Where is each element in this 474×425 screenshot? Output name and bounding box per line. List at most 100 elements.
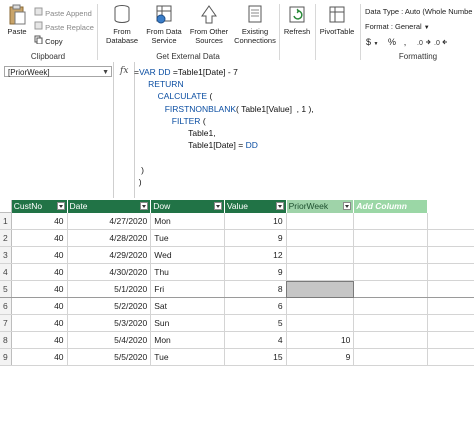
filter-dropdown-icon[interactable] — [275, 202, 284, 210]
cell-dow[interactable]: Sat — [150, 297, 225, 315]
copy-button[interactable]: Copy — [34, 35, 63, 46]
cell-dow[interactable]: Fri — [150, 280, 225, 298]
increase-decimal-button[interactable]: .0 — [417, 37, 431, 49]
cell-custno[interactable]: 40 — [11, 280, 68, 298]
filter-dropdown-icon[interactable] — [343, 202, 352, 210]
cell-value[interactable]: 8 — [224, 280, 287, 298]
cell-prior[interactable] — [286, 229, 355, 247]
percent-button[interactable]: % — [388, 37, 396, 47]
cell-date[interactable]: 4/28/2020 — [67, 229, 152, 247]
decrease-decimal-button[interactable]: .0 — [434, 37, 448, 49]
cell-value[interactable]: 4 — [224, 331, 287, 349]
cell-prior[interactable] — [286, 246, 355, 264]
cell-prior[interactable]: 10 — [286, 331, 355, 349]
column-header-date[interactable]: Date — [67, 200, 152, 213]
cell-value[interactable]: 9 — [224, 229, 287, 247]
cell-dow[interactable]: Sun — [150, 314, 225, 332]
cell-custno[interactable]: 40 — [11, 297, 68, 315]
row-number[interactable]: 2 — [0, 229, 12, 247]
chevron-down-icon[interactable]: ▼ — [102, 67, 109, 78]
cell-prior[interactable]: 9 — [286, 348, 355, 366]
paste-icon — [9, 4, 26, 25]
from-database-button[interactable]: From Database — [104, 4, 140, 45]
cell-value[interactable]: 12 — [224, 246, 287, 264]
paste-append-button[interactable]: Paste Append — [34, 7, 92, 18]
column-header-custno[interactable]: CustNo — [11, 200, 68, 213]
column-header-value[interactable]: Value — [224, 200, 287, 213]
filter-dropdown-icon[interactable] — [140, 202, 149, 210]
formula-input[interactable]: =VAR DD =Table1[Date] - 7 RETURN CALCULA… — [134, 66, 314, 188]
cell-value[interactable]: 15 — [224, 348, 287, 366]
cell-dow[interactable]: Mon — [150, 331, 225, 349]
fx-icon[interactable]: fx — [120, 66, 128, 76]
table-row[interactable]: 8 40 5/4/2020 Mon 4 10 — [0, 331, 474, 349]
table-row[interactable]: 9 40 5/5/2020 Tue 15 9 — [0, 348, 474, 366]
empty-cell — [427, 246, 474, 264]
paste-button[interactable]: Paste — [4, 4, 30, 36]
cell-dow[interactable]: Thu — [150, 263, 225, 281]
row-number[interactable]: 3 — [0, 246, 12, 264]
add-column-header[interactable]: Add Column — [353, 200, 429, 213]
empty-header — [427, 200, 474, 213]
cell-value[interactable]: 5 — [224, 314, 287, 332]
paste-replace-button[interactable]: Paste Replace — [34, 21, 94, 32]
cell-custno[interactable]: 40 — [11, 229, 68, 247]
cell-custno[interactable]: 40 — [11, 212, 68, 230]
cell-dow[interactable]: Mon — [150, 212, 225, 230]
cell-dow[interactable]: Wed — [150, 246, 225, 264]
column-header-priorweek[interactable]: PriorWeek — [286, 200, 355, 213]
table-row[interactable]: 7 40 5/3/2020 Sun 5 — [0, 314, 474, 332]
cell-date[interactable]: 5/5/2020 — [67, 348, 152, 366]
refresh-button[interactable]: Refresh — [282, 4, 312, 36]
cell-value[interactable]: 10 — [224, 212, 287, 230]
currency-button[interactable]: $ ▼ — [366, 37, 378, 47]
pivottable-button[interactable]: PivotTable — [317, 4, 357, 36]
cell-date[interactable]: 4/27/2020 — [67, 212, 152, 230]
filter-dropdown-icon[interactable] — [213, 202, 222, 210]
cell-prior[interactable] — [286, 314, 355, 332]
table-row[interactable]: 6 40 5/2/2020 Sat 6 — [0, 297, 474, 315]
format-dropdown[interactable]: Format : General ▼ — [365, 22, 430, 31]
corner-cell[interactable] — [0, 200, 12, 213]
cell-value[interactable]: 6 — [224, 297, 287, 315]
row-number[interactable]: 4 — [0, 263, 12, 281]
cell-value[interactable]: 9 — [224, 263, 287, 281]
name-box[interactable]: [PriorWeek] ▼ — [4, 66, 112, 77]
table-row[interactable]: 5 40 5/1/2020 Fri 8 — [0, 280, 474, 298]
table-row[interactable]: 4 40 4/30/2020 Thu 9 — [0, 263, 474, 281]
cell-custno[interactable]: 40 — [11, 331, 68, 349]
from-other-sources-button[interactable]: From Other Sources — [188, 4, 230, 45]
cell-prior[interactable] — [286, 297, 355, 315]
cell-custno[interactable]: 40 — [11, 246, 68, 264]
row-number[interactable]: 8 — [0, 331, 12, 349]
cell-prior[interactable] — [286, 280, 355, 298]
cell-date[interactable]: 5/1/2020 — [67, 280, 152, 298]
from-data-service-button[interactable]: From Data Service — [144, 4, 184, 45]
row-number[interactable]: 1 — [0, 212, 12, 230]
cell-date[interactable]: 5/3/2020 — [67, 314, 152, 332]
cell-prior[interactable] — [286, 212, 355, 230]
add-column-cell — [353, 314, 429, 332]
filter-dropdown-icon[interactable] — [56, 202, 65, 210]
cell-custno[interactable]: 40 — [11, 263, 68, 281]
existing-connections-button[interactable]: Existing Connections — [232, 4, 278, 45]
table-row[interactable]: 1 40 4/27/2020 Mon 10 — [0, 212, 474, 230]
cell-date[interactable]: 5/2/2020 — [67, 297, 152, 315]
cell-dow[interactable]: Tue — [150, 348, 225, 366]
cell-custno[interactable]: 40 — [11, 314, 68, 332]
data-type-dropdown[interactable]: Data Type : Auto (Whole Numbe — [365, 7, 472, 16]
column-header-dow[interactable]: Dow — [150, 200, 225, 213]
cell-custno[interactable]: 40 — [11, 348, 68, 366]
cell-date[interactable]: 4/30/2020 — [67, 263, 152, 281]
table-row[interactable]: 2 40 4/28/2020 Tue 9 — [0, 229, 474, 247]
row-number[interactable]: 7 — [0, 314, 12, 332]
table-row[interactable]: 3 40 4/29/2020 Wed 12 — [0, 246, 474, 264]
cell-date[interactable]: 4/29/2020 — [67, 246, 152, 264]
row-number[interactable]: 9 — [0, 348, 12, 366]
row-number[interactable]: 5 — [0, 280, 12, 298]
row-number[interactable]: 6 — [0, 297, 12, 315]
cell-date[interactable]: 5/4/2020 — [67, 331, 152, 349]
cell-dow[interactable]: Tue — [150, 229, 225, 247]
comma-button[interactable]: , — [402, 37, 408, 47]
cell-prior[interactable] — [286, 263, 355, 281]
